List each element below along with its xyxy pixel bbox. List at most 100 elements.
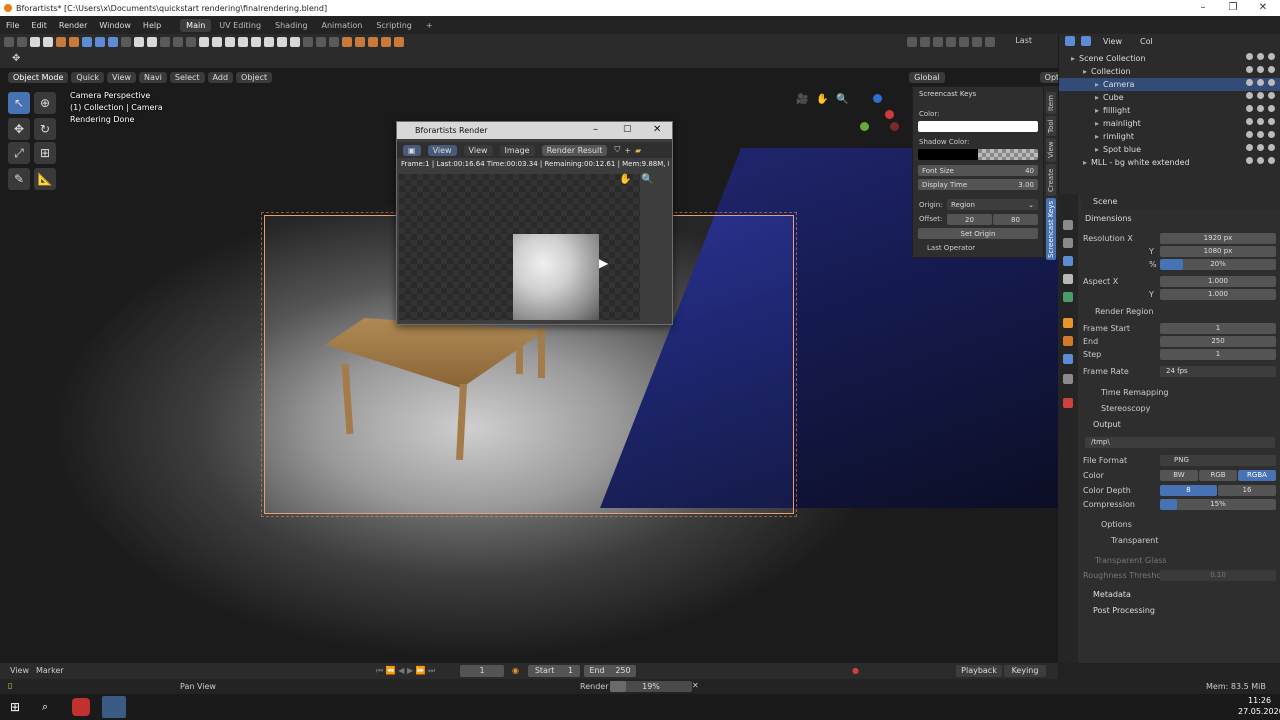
save-copy-icon[interactable]: [108, 37, 118, 47]
select-toggle-icon[interactable]: [1246, 118, 1253, 125]
camera-render-icon[interactable]: [1268, 131, 1275, 138]
output-panel-header[interactable]: Output: [1093, 420, 1121, 429]
outliner-row[interactable]: ▸ rimlight: [1059, 130, 1280, 143]
undo-icon[interactable]: [920, 37, 930, 47]
outliner-editor-icon[interactable]: [1065, 36, 1075, 46]
bforartists-taskbar-icon[interactable]: [102, 696, 126, 718]
solid-shading-icon[interactable]: [199, 37, 209, 47]
tab-item[interactable]: Item: [1046, 92, 1056, 114]
append-icon[interactable]: [173, 37, 183, 47]
options-subpanel[interactable]: Options: [1101, 520, 1132, 529]
undo-history-icon[interactable]: [946, 37, 956, 47]
select-toggle-icon[interactable]: [1246, 92, 1253, 99]
keyframe-icon[interactable]: [342, 37, 352, 47]
output-tab-icon[interactable]: [1063, 256, 1073, 266]
color-depth-8-button[interactable]: 8: [1160, 485, 1217, 496]
eye-icon[interactable]: [1257, 79, 1264, 86]
visibility-toggles[interactable]: [1246, 66, 1275, 73]
select-toggle-icon[interactable]: [1246, 157, 1253, 164]
eye-icon[interactable]: [1257, 118, 1264, 125]
windows-start-icon[interactable]: ⊞: [10, 700, 20, 714]
eye-icon[interactable]: [1257, 92, 1264, 99]
workspace-tab-main[interactable]: Main: [180, 18, 212, 32]
camera-view-icon[interactable]: [277, 37, 287, 47]
disclosure-icon[interactable]: ▸: [1095, 119, 1099, 128]
modifier-tab-icon[interactable]: [1063, 336, 1073, 346]
grid-icon[interactable]: [290, 37, 300, 47]
resolution-percent-slider[interactable]: 20%: [1160, 259, 1276, 270]
render-result-dropdown[interactable]: Render Result: [541, 144, 608, 156]
menu-window[interactable]: Window: [93, 21, 137, 30]
save-icon[interactable]: [82, 37, 92, 47]
view-layer-tab-icon[interactable]: [1063, 274, 1073, 284]
workspace-tab-shading[interactable]: Shading: [269, 19, 314, 32]
shadow-color-swatch[interactable]: [918, 149, 1038, 160]
color-swatch[interactable]: [918, 121, 1038, 132]
keyframe-delete-icon[interactable]: [368, 37, 378, 47]
proportional-icon[interactable]: [329, 37, 339, 47]
close-icon[interactable]: ✕: [1248, 0, 1278, 16]
pan-hand-icon[interactable]: ✋: [816, 94, 828, 105]
move-tool-button[interactable]: ✥: [8, 118, 30, 140]
repeat-history-icon[interactable]: [972, 37, 982, 47]
select-toggle-icon[interactable]: [1246, 79, 1253, 86]
annotate-tool-button[interactable]: ✎: [8, 168, 30, 190]
cursor-tool-button[interactable]: ⊕: [34, 92, 56, 114]
hamburger-menu-icon[interactable]: [4, 37, 14, 47]
gizmo-neg-x-axis[interactable]: [890, 122, 899, 131]
add-workspace-button[interactable]: +: [420, 19, 439, 32]
visibility-toggles[interactable]: [1246, 118, 1275, 125]
camera-render-icon[interactable]: [1268, 157, 1275, 164]
render-menu-image[interactable]: Image: [499, 144, 535, 156]
render-region-checkbox[interactable]: Render Region: [1095, 307, 1153, 316]
tool-tab-icon[interactable]: [1063, 220, 1073, 230]
compression-slider[interactable]: 15%: [1160, 499, 1276, 510]
eye-icon[interactable]: [1257, 131, 1264, 138]
editor-type-icon[interactable]: ▣: [403, 144, 421, 156]
gizmo-x-axis[interactable]: [885, 110, 894, 119]
object-tab-icon[interactable]: [1063, 318, 1073, 328]
disclosure-icon[interactable]: ▸: [1095, 106, 1099, 115]
camera-render-icon[interactable]: [1268, 92, 1275, 99]
xray-icon[interactable]: [251, 37, 261, 47]
tab-tool[interactable]: Tool: [1046, 116, 1056, 136]
shield-icon[interactable]: ⛉: [614, 145, 620, 155]
camera-render-icon[interactable]: [1268, 105, 1275, 112]
new-file-icon[interactable]: [30, 37, 40, 47]
import-icon[interactable]: [134, 37, 144, 47]
frame-end-field[interactable]: 250: [1160, 336, 1276, 347]
render-maximize-icon[interactable]: ▢: [623, 124, 632, 134]
settings-icon[interactable]: [985, 37, 995, 47]
visibility-toggles[interactable]: [1246, 79, 1275, 86]
disclosure-icon[interactable]: ▸: [1071, 54, 1075, 63]
viewport-menu-view[interactable]: View: [107, 71, 137, 83]
keyframe-clear-icon[interactable]: [381, 37, 391, 47]
material-shading-icon[interactable]: [225, 37, 235, 47]
viewport-menu-object[interactable]: Object: [236, 71, 273, 83]
select-toggle-icon[interactable]: [1246, 131, 1253, 138]
open-file-icon[interactable]: [43, 37, 53, 47]
visibility-toggles[interactable]: [1246, 92, 1275, 99]
select-toggle-icon[interactable]: [1246, 105, 1253, 112]
metadata-panel-header[interactable]: Metadata: [1093, 590, 1131, 599]
aspect-x-field[interactable]: 1.000: [1160, 276, 1276, 287]
texture-tab-icon[interactable]: [1063, 398, 1073, 408]
transform-icon[interactable]: [303, 37, 313, 47]
output-path-field[interactable]: /tmp\: [1085, 437, 1275, 448]
hamburger-right-icon[interactable]: [907, 37, 917, 47]
roughness-threshold-field[interactable]: 0.10: [1160, 570, 1276, 581]
set-origin-button[interactable]: Set Origin: [918, 228, 1038, 239]
data-tab-icon[interactable]: [1063, 374, 1073, 384]
outliner-row[interactable]: ▸ MLL - bg white extended: [1059, 156, 1280, 169]
eye-icon[interactable]: [1257, 66, 1264, 73]
gizmo-z-axis[interactable]: [873, 94, 882, 103]
display-time-field[interactable]: Display Time 3.00: [918, 179, 1038, 190]
visibility-toggles[interactable]: [1246, 105, 1275, 112]
minimize-icon[interactable]: –: [1188, 0, 1218, 16]
outliner-row[interactable]: ▸ mainlight: [1059, 117, 1280, 130]
menu-icon[interactable]: [17, 37, 27, 47]
transform-orientation-dropdown[interactable]: Global: [909, 71, 945, 83]
visibility-toggles[interactable]: [1246, 144, 1275, 151]
frame-rate-dropdown[interactable]: 24 fps: [1160, 366, 1276, 377]
last-operator-button[interactable]: Last: [1015, 36, 1032, 45]
